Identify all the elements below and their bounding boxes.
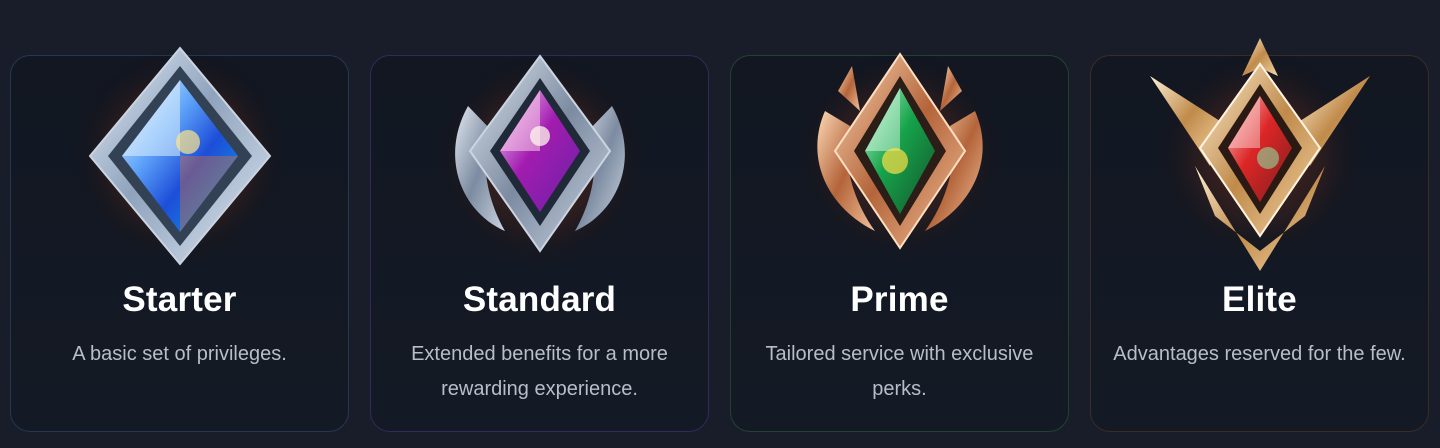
tier-description: Extended benefits for a more rewarding e…	[411, 343, 668, 400]
tier-card-elite[interactable]: Elite Advantages reserved for the few.	[1090, 38, 1429, 432]
tier-description: Tailored service with exclusive perks.	[765, 343, 1034, 400]
tier-title: Prime	[850, 280, 949, 319]
tier-title: Elite	[1222, 280, 1297, 319]
tier-card-prime[interactable]: Prime Tailored service with exclusive pe…	[730, 48, 1069, 432]
tier-description: Advantages reserved for the few.	[1113, 343, 1406, 365]
tier-title: Standard	[462, 280, 617, 319]
tier-card-standard[interactable]: Standard Extended benefits for a more re…	[370, 51, 709, 432]
red-crystal-crown-badge-icon	[1140, 36, 1380, 276]
purple-crystal-winged-badge-icon	[420, 36, 660, 276]
tier-description: A basic set of privileges.	[72, 343, 287, 365]
blue-crystal-diamond-badge-icon	[60, 36, 300, 276]
green-crystal-laurel-badge-icon	[780, 36, 1020, 276]
tier-card-starter[interactable]: Starter A basic set of privileges.	[10, 46, 349, 432]
tier-title: Starter	[122, 280, 237, 319]
tier-cards: Starter A basic set of privileges. Stand…	[0, 0, 1440, 448]
